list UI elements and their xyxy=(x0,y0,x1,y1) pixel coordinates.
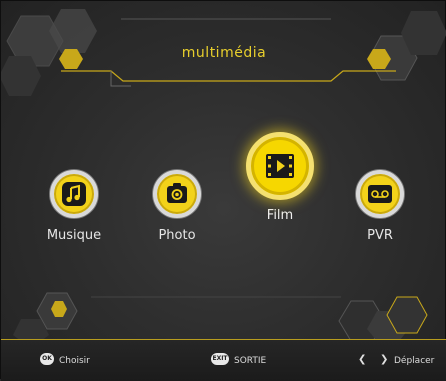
left-arrow-icon: ❮ xyxy=(358,354,367,365)
pvr-label: PVR xyxy=(367,228,393,243)
musique-button[interactable] xyxy=(50,170,98,218)
exit-key-badge: EXIT xyxy=(211,353,229,365)
menu-item-film[interactable]: Film xyxy=(235,132,325,223)
film-button[interactable] xyxy=(246,132,314,200)
right-arrow-icon: ❯ xyxy=(380,354,389,365)
photo-label: Photo xyxy=(158,228,196,243)
ok-key-badge: OK xyxy=(40,353,54,365)
menu-item-musique[interactable]: Musique xyxy=(39,170,109,243)
pvr-button[interactable] xyxy=(356,170,404,218)
footer-bar: OK Choisir EXIT SORTIE ❮ ❯ Déplacer xyxy=(1,339,446,381)
photo-button[interactable] xyxy=(153,170,201,218)
music-note-icon xyxy=(62,182,86,206)
menu-item-photo[interactable]: Photo xyxy=(142,170,212,243)
camera-icon xyxy=(167,183,187,203)
film-label: Film xyxy=(266,208,294,223)
deplacer-label: Déplacer xyxy=(394,356,435,366)
choisir-label: Choisir xyxy=(59,356,90,366)
film-play-icon xyxy=(266,154,294,178)
menu-item-pvr[interactable]: PVR xyxy=(345,170,415,243)
tape-recorder-icon xyxy=(368,185,392,203)
musique-label: Musique xyxy=(46,228,102,243)
sortie-label: SORTIE xyxy=(234,356,267,366)
page-title: multimédia xyxy=(181,45,267,61)
multimedia-screen: multimédia Musique Photo Film PVR OK Cho… xyxy=(0,0,446,381)
